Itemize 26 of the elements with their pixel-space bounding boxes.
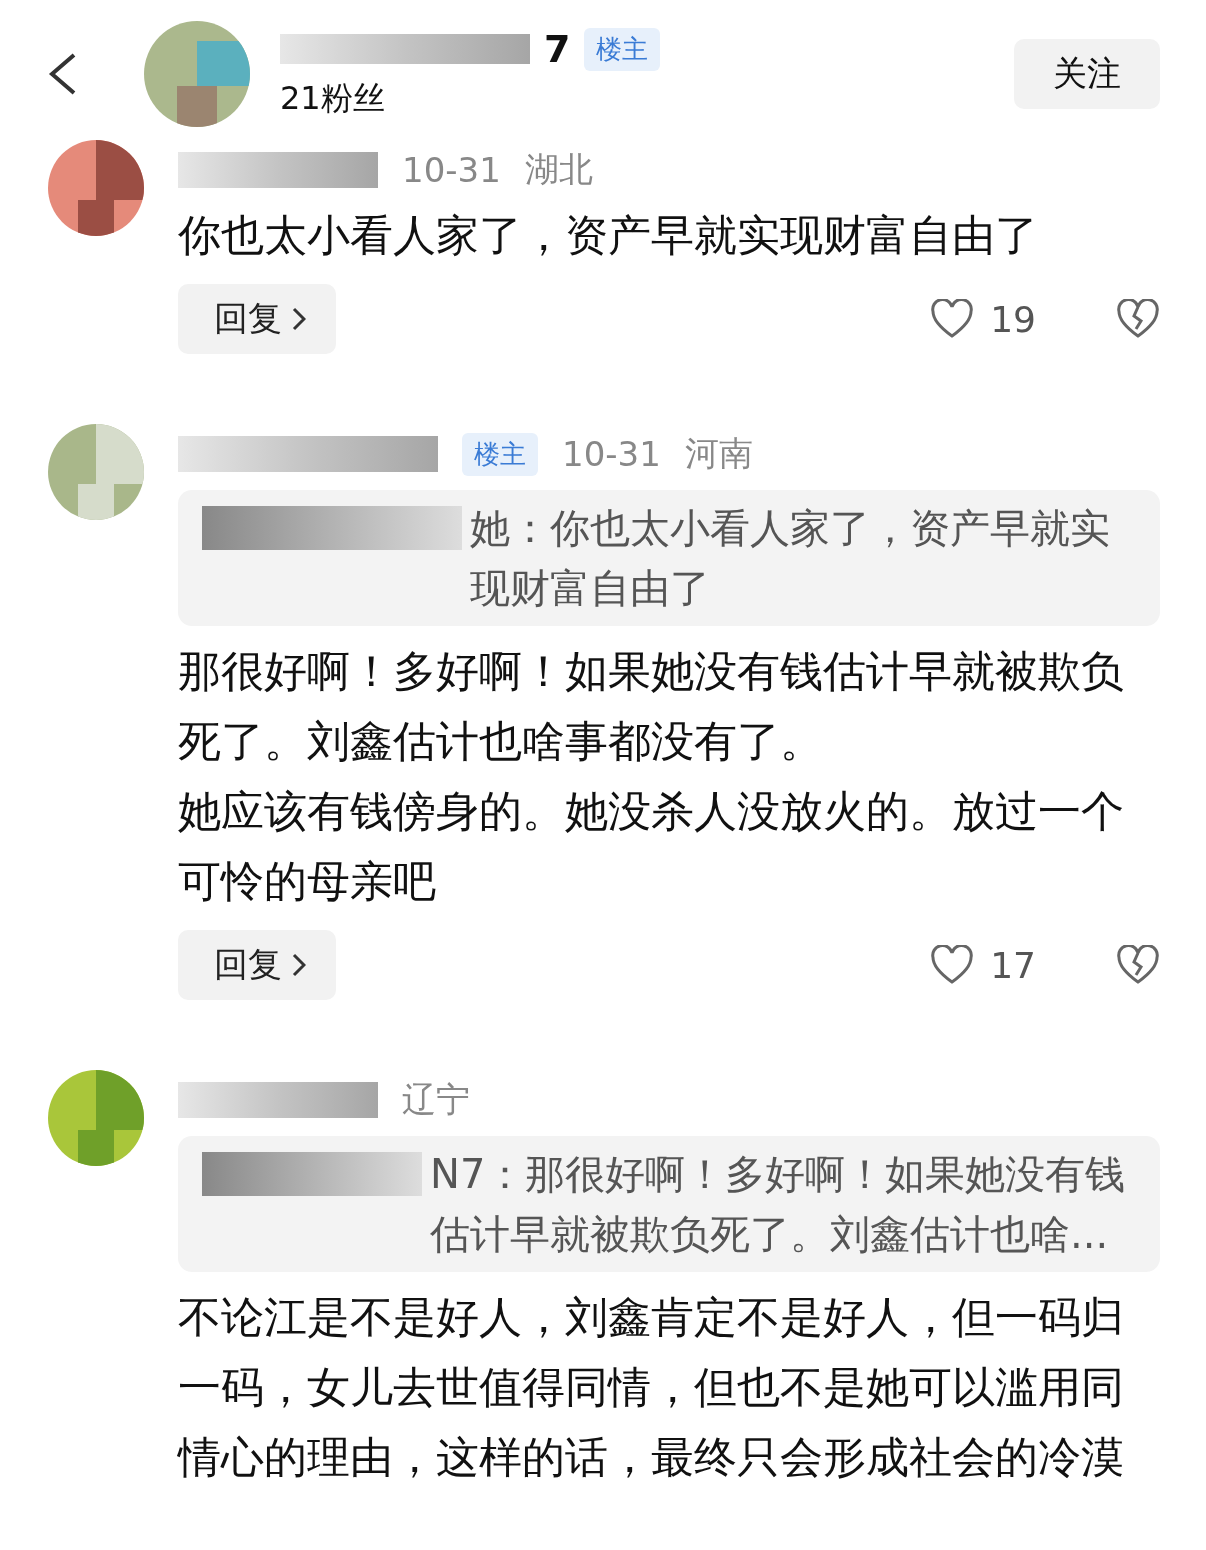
reply-button[interactable]: 回复 [178,284,336,354]
comment-text: 她应该有钱傍身的。她没杀人没放火的。放过一个可怜的母亲吧 [178,785,1125,908]
comment-region: 湖北 [524,148,593,191]
heart-icon[interactable] [930,945,975,985]
comment-region: 辽宁 [402,1078,470,1121]
follower-count: 21粉丝 [280,78,386,119]
reply-button[interactable]: 回复 [178,930,336,1000]
follow-button[interactable]: 关注 [1014,39,1160,109]
chevron-icon [292,953,306,977]
quote-text: N7：那很好啊！多好啊！如果她没有钱估计早就被欺负死了。刘鑫估计也啥... [430,1150,1127,1259]
broken-heart-icon[interactable] [1116,945,1160,985]
broken-heart-icon[interactable] [1116,299,1160,339]
comment-date: 10-31 [562,434,661,474]
chevron-icon [292,307,306,331]
user-name: 7 [544,27,571,71]
comment-text: 不论江是不是好人，刘鑫肯定不是好人，但一码归一码，女儿去世值得同情，但也不是她可以滥用同情心的理由，这样的话，最终只会形成社会的冷漠 [178,1291,1125,1484]
like-count: 17 [990,944,1036,986]
comment-region: 河南 [684,432,753,475]
quote-text: 她：你也太小看人家了，资产早就实现财富自由了 [470,504,1111,613]
heart-icon[interactable] [930,299,975,339]
author-badge: 楼主 [584,27,661,71]
like-count: 19 [990,298,1036,340]
comment-text: 你也太小看人家了，资产早就实现财富自由了 [178,209,1039,262]
comment-text: 那很好啊！多好啊！如果她没有钱估计早就被欺负死了。刘鑫估计也啥事都没有了。 [178,645,1125,768]
comment-date: 10-31 [402,150,501,190]
author-badge: 楼主 [462,432,538,476]
